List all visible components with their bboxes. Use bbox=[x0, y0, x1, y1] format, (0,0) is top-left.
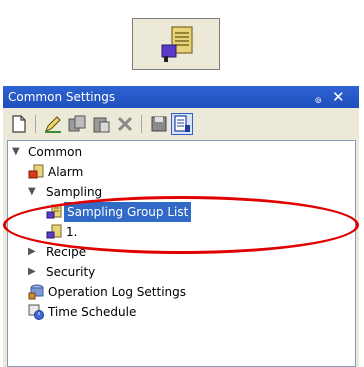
highlight-ellipse-annotation bbox=[3, 196, 359, 254]
toolbar-separator bbox=[141, 115, 142, 133]
sampling-group-list-icon bbox=[161, 26, 193, 62]
toolbar-separator bbox=[35, 115, 36, 133]
panel-title-bar: Common Settings ๏ ✕ bbox=[3, 86, 359, 108]
tree-node-alarm[interactable]: Alarm bbox=[28, 162, 148, 182]
collapse-arrow-icon[interactable]: ▶ bbox=[28, 262, 36, 282]
tree-node-operation-log-settings[interactable]: Operation Log Settings bbox=[28, 282, 248, 302]
new-document-icon[interactable] bbox=[9, 114, 29, 134]
panel-title: Common Settings bbox=[8, 90, 116, 104]
pin-icon[interactable]: ๏ bbox=[315, 90, 322, 108]
tree-node-security[interactable]: ▶ Security bbox=[28, 262, 148, 282]
expand-arrow-icon[interactable]: ▼ bbox=[28, 182, 36, 202]
panel-toolbar bbox=[3, 108, 359, 140]
time-schedule-icon bbox=[28, 304, 44, 320]
edit-pencil-icon[interactable] bbox=[43, 114, 63, 134]
tree-label: Security bbox=[46, 265, 96, 279]
sampling-group-list-icon-button[interactable] bbox=[132, 18, 220, 70]
operation-log-icon bbox=[28, 284, 44, 300]
tree-node-time-schedule[interactable]: Time Schedule bbox=[28, 302, 188, 322]
tree-label: Common bbox=[28, 145, 83, 159]
properties-button[interactable] bbox=[171, 113, 193, 135]
paste-icon[interactable] bbox=[91, 114, 111, 134]
copy-icon[interactable] bbox=[67, 114, 87, 134]
tree-label: Alarm bbox=[48, 165, 84, 179]
expand-arrow-icon[interactable]: ▼ bbox=[12, 142, 20, 162]
collapse-arrow-icon[interactable]: ▶ bbox=[28, 242, 36, 262]
alarm-icon bbox=[28, 164, 44, 179]
tree-label: Operation Log Settings bbox=[48, 285, 186, 299]
save-icon[interactable] bbox=[149, 114, 169, 134]
properties-icon bbox=[174, 115, 190, 132]
tree-label: Time Schedule bbox=[48, 305, 137, 319]
close-icon[interactable]: ✕ bbox=[332, 88, 345, 106]
delete-icon[interactable] bbox=[115, 114, 135, 134]
